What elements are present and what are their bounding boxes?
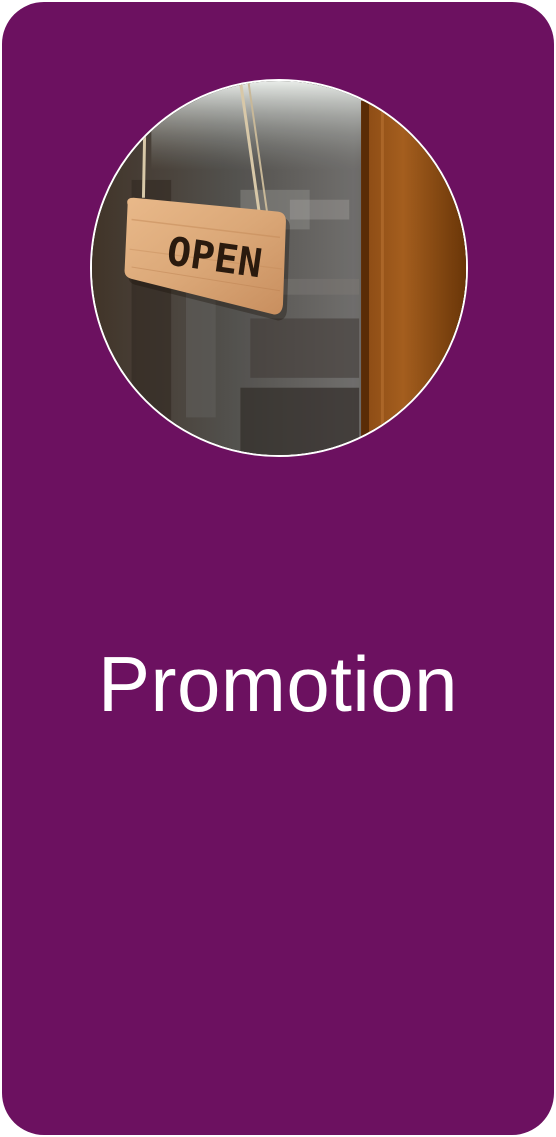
promotion-card[interactable]: OPEN Promotion (2, 2, 554, 1135)
card-title: Promotion (98, 640, 458, 728)
open-sign-photo: OPEN (90, 79, 468, 457)
open-sign-image: OPEN (92, 81, 466, 455)
